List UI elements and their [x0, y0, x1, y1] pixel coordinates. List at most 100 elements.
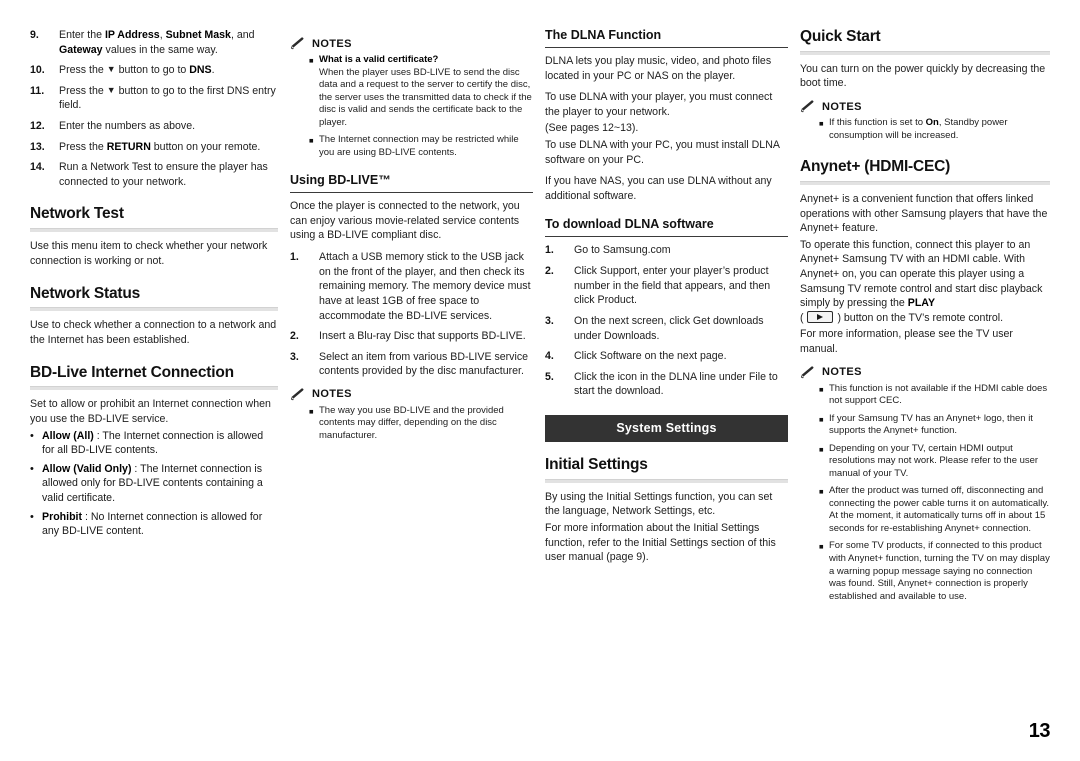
step-text: Press the ▼ button to go to DNS.	[59, 64, 215, 77]
notes-header: NOTES	[800, 366, 1050, 379]
note-text: If your Samsung TV has an Anynet+ logo, …	[829, 412, 1033, 437]
square-bullet-icon: ■	[819, 119, 824, 129]
square-bullet-icon: ■	[309, 56, 314, 65]
note-item: ■ The Internet connection may be restric…	[290, 134, 533, 159]
column-container: 9. Enter the IP Address, Subnet Mask, an…	[24, 28, 1056, 612]
heading-rule	[545, 47, 788, 48]
heading-bd-live-internet-connection: BD-Live Internet Connection	[30, 363, 234, 381]
bullet-icon: •	[30, 429, 34, 442]
heading-rule	[800, 50, 1050, 55]
bd-live-body: Set to allow or prohibit an Internet con…	[30, 398, 271, 425]
pencil-icon	[290, 37, 304, 50]
initial-settings-paragraph: For more information about the Initial S…	[545, 522, 776, 564]
column-2: NOTES ■ What is a valid certificate? When…	[284, 28, 539, 452]
network-test-body: Use this menu item to check whether your…	[30, 240, 268, 267]
play-suffix: ) button on the TV’s remote control.	[837, 311, 1004, 324]
network-status-body: Use to check whether a connection to a n…	[30, 319, 277, 346]
down-arrow-icon: ▼	[106, 64, 116, 75]
using-bd-live-steps: 1. Attach a USB memory stick to the USB …	[290, 250, 533, 379]
column-3: The DLNA Function DLNA lets you play mus…	[539, 28, 794, 572]
heading-rule	[800, 180, 1050, 185]
manual-page: 9. Enter the IP Address, Subnet Mask, an…	[0, 0, 1080, 761]
anynet-paragraph: Anynet+ is a convenient function that of…	[800, 192, 1048, 235]
note-item: ■ This function is not available if the …	[800, 383, 1050, 408]
heading-initial-settings: Initial Settings	[545, 455, 648, 473]
bullet-icon: •	[30, 510, 34, 523]
notes-label: NOTES	[822, 100, 862, 113]
heading-rule	[30, 307, 278, 312]
step-number: 1.	[545, 244, 554, 257]
note-text: The Internet connection may be restricte…	[319, 134, 519, 158]
bd-live-options-list: • Allow (All) : The Internet connection …	[30, 429, 278, 539]
page-number: 13	[1028, 720, 1051, 742]
list-item: 3. On the next screen, click Get downloa…	[545, 314, 788, 343]
step-text: Press the ▼ button to go to the first DN…	[59, 84, 276, 112]
bullet-icon: •	[30, 462, 34, 475]
list-item: 12. Enter the numbers as above.	[30, 119, 278, 134]
notes-header: NOTES	[290, 388, 533, 401]
note-text: This function is not available if the HD…	[829, 382, 1048, 407]
note-text: If this function is set to On, Standby p…	[829, 117, 1050, 142]
play-label: PLAY	[907, 297, 936, 310]
option-term: Prohibit	[42, 510, 83, 523]
square-bullet-icon: ■	[819, 542, 824, 552]
note-item: ■ After the product was turned off, disc…	[800, 485, 1050, 535]
note-item: ■ What is a valid certificate? When the p…	[290, 54, 533, 129]
list-item: 2. Click Support, enter your player’s pr…	[545, 264, 788, 308]
dlna-paragraph: To use DLNA with your PC, you must insta…	[545, 139, 780, 166]
pencil-icon	[290, 388, 304, 401]
square-bullet-icon: ■	[819, 384, 824, 394]
step-text: Enter the numbers as above.	[59, 120, 196, 133]
option-term: Allow (Valid Only)	[42, 462, 132, 475]
list-item: 3. Select an item from various BD-LIVE s…	[290, 350, 533, 379]
note-bold-lead: What is a valid certificate?	[319, 54, 439, 65]
play-button-icon	[807, 310, 834, 323]
column-1: 9. Enter the IP Address, Subnet Mask, an…	[24, 28, 284, 545]
list-item: • Allow (All) : The Internet connection …	[30, 429, 278, 458]
step-text: Enter the IP Address, Subnet Mask, and G…	[59, 29, 255, 56]
step-number: 10.	[30, 64, 45, 77]
step-text: Select an item from various BD-LIVE serv…	[319, 350, 529, 378]
list-item: 9. Enter the IP Address, Subnet Mask, an…	[30, 28, 278, 57]
numbered-steps-network-setup: 9. Enter the IP Address, Subnet Mask, an…	[30, 28, 278, 189]
step-number: 5.	[545, 370, 554, 383]
step-number: 4.	[545, 350, 554, 363]
heading-rule	[545, 236, 788, 238]
step-number: 1.	[290, 251, 299, 264]
notes-header: NOTES	[290, 37, 533, 50]
step-text: Click Support, enter your player’s produ…	[574, 265, 771, 307]
notes-block-valid-certificate: NOTES ■ What is a valid certificate? When…	[290, 37, 533, 159]
list-item: 5. Click the icon in the DLNA line under…	[545, 370, 788, 399]
list-item: 13. Press the RETURN button on your remo…	[30, 140, 278, 155]
step-text: Press the RETURN button on your remote.	[59, 140, 261, 153]
note-item: ■ For some TV products, if connected to …	[800, 540, 1050, 603]
heading-rule	[545, 478, 788, 483]
heading-quick-start: Quick Start	[800, 28, 881, 45]
dlna-paragraph: To use DLNA with your player, you must c…	[545, 91, 773, 118]
list-item: 4. Click Software on the next page.	[545, 349, 788, 364]
dlna-paragraph: (See pages 12~13).	[545, 122, 639, 135]
note-item: ■ If this function is set to On, Standby…	[800, 117, 1050, 142]
heading-rule	[30, 228, 278, 233]
section-banner-system-settings: System Settings	[545, 414, 788, 442]
dlna-paragraph: DLNA lets you play music, video, and pho…	[545, 55, 772, 82]
step-number: 12.	[30, 120, 45, 133]
step-text: Go to Samsung.com	[574, 244, 671, 257]
anynet-paragraph-play: To operate this function, connect this p…	[800, 238, 1043, 324]
notes-label: NOTES	[312, 388, 352, 401]
note-body: When the player uses BD-LIVE to send the…	[319, 66, 532, 128]
list-item: 1. Attach a USB memory stick to the USB …	[290, 250, 533, 323]
notes-block-bd-live: NOTES ■ The way you use BD-LIVE and the …	[290, 388, 533, 443]
heading-rule	[30, 386, 278, 391]
list-item: 1. Go to Samsung.com	[545, 243, 788, 258]
heading-network-test: Network Test	[30, 205, 124, 223]
note-text: What is a valid certificate? When the pla…	[319, 54, 533, 129]
heading-rule	[290, 192, 533, 194]
initial-settings-paragraph: By using the Initial Settings function, …	[545, 490, 773, 518]
heading-download-dlna-software: To download DLNA software	[545, 217, 714, 232]
step-number: 3.	[545, 314, 554, 327]
option-text: Prohibit : No Internet connection is all…	[42, 510, 278, 539]
step-number: 13.	[30, 140, 45, 153]
step-text: Attach a USB memory stick to the USB jac…	[319, 251, 531, 322]
list-item: 10. Press the ▼ button to go to DNS.	[30, 63, 278, 78]
